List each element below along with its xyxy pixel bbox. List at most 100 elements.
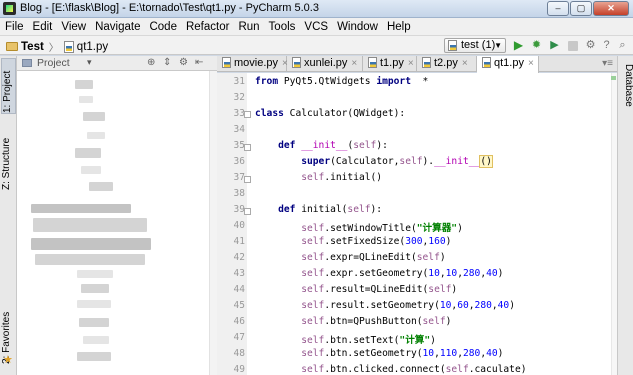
line-number: 48	[233, 348, 245, 359]
window-title: Blog - [E:\flask\Blog] - E:\tornado\Test…	[20, 2, 319, 14]
redacted-tree-item	[75, 80, 93, 89]
menu-window[interactable]: Window	[337, 21, 378, 33]
line-number: 38	[233, 188, 245, 199]
tab-label: xunlei.py	[304, 57, 348, 69]
help-icon[interactable]: ?	[600, 39, 613, 52]
code-line-44: self.result=QLineEdit(self)	[301, 284, 458, 295]
tab-t2-py[interactable]: t2.py ×	[417, 56, 477, 72]
fold-marker-icon[interactable]	[244, 144, 251, 151]
code-editor[interactable]: from PyQt5.QtWidgets import * class Calc…	[247, 73, 617, 375]
debug-icon[interactable]: ✹	[530, 39, 543, 52]
menu-help[interactable]: Help	[387, 21, 411, 33]
tab-label: t1.py	[380, 57, 404, 69]
inspection-ok-icon	[611, 76, 616, 80]
tab-xunlei-py[interactable]: xunlei.py ×	[287, 56, 363, 72]
line-number: 47	[233, 332, 245, 343]
project-panel-title[interactable]: Project	[37, 57, 70, 69]
python-file-icon	[422, 57, 431, 68]
menu-edit[interactable]: Edit	[33, 21, 53, 33]
menu-bar: File Edit View Navigate Code Refactor Ru…	[0, 18, 633, 35]
menu-code[interactable]: Code	[149, 21, 177, 33]
menu-run[interactable]: Run	[238, 21, 259, 33]
editor-gutter: 31 32 33 34 35 36 37 38 39 40 41 42 43 4…	[217, 73, 247, 375]
project-icon	[22, 59, 32, 67]
redacted-tree-item	[79, 318, 109, 327]
settings-icon[interactable]: ⚙	[584, 39, 597, 52]
line-number: 40	[233, 220, 245, 231]
code-line-33: class Calculator(QWidget):	[255, 108, 406, 119]
python-file-icon	[292, 57, 301, 68]
python-file-icon	[222, 57, 231, 68]
tab-movie-py[interactable]: movie.py ×	[217, 56, 288, 72]
breadcrumb-folder[interactable]: Test	[21, 41, 44, 53]
tab-t1-py[interactable]: t1.py ×	[363, 56, 417, 72]
stop-icon[interactable]	[568, 41, 578, 51]
tab-structure[interactable]: Z: Structure	[1, 126, 16, 190]
redacted-tree-item	[31, 238, 151, 250]
redacted-tree-item	[75, 148, 101, 158]
chevron-down-icon[interactable]: ▾	[87, 57, 92, 68]
tab-database[interactable]: Database	[619, 64, 633, 107]
right-tool-strip: Database	[617, 56, 633, 375]
redacted-tree-item	[89, 182, 113, 191]
chevron-down-icon: ▼	[494, 41, 502, 50]
line-number: 42	[233, 252, 245, 263]
navigation-bar: Test 〉 qt1.py test (1) ▼ ▶ ✹ ▶ ⚙ ? ⌕	[0, 35, 633, 55]
fold-marker-icon[interactable]	[244, 208, 251, 215]
run-configuration-label: test (1)	[461, 39, 496, 51]
breadcrumb: Test 〉 qt1.py	[6, 39, 108, 54]
coverage-icon[interactable]: ▶	[548, 39, 561, 52]
breadcrumb-file[interactable]: qt1.py	[77, 41, 108, 53]
folder-icon	[6, 42, 18, 51]
tab-list-icon[interactable]: ▾≡	[602, 58, 613, 69]
menu-vcs[interactable]: VCS	[304, 21, 328, 33]
redacted-tree-item	[31, 204, 131, 213]
star-icon: ★	[3, 354, 13, 366]
line-number: 32	[233, 92, 245, 103]
python-file-icon	[448, 40, 457, 51]
minimize-button[interactable]: –	[547, 1, 569, 16]
tab-label: t2.py	[434, 57, 458, 69]
tab-label: movie.py	[234, 57, 279, 69]
redacted-tree-item	[77, 352, 111, 361]
line-number: 41	[233, 236, 245, 247]
line-number: 43	[233, 268, 245, 279]
code-line-42: self.expr=QLineEdit(self)	[301, 252, 446, 263]
close-button[interactable]: ✕	[593, 1, 629, 16]
tab-project[interactable]: 1: Project	[1, 58, 16, 114]
run-configuration-select[interactable]: test (1) ▼	[444, 38, 506, 53]
line-number: 39	[233, 204, 245, 215]
gear-icon[interactable]: ⚙	[179, 57, 188, 68]
python-file-icon	[63, 40, 74, 53]
run-icon[interactable]: ▶	[512, 39, 525, 52]
redacted-tree-item	[81, 284, 109, 293]
line-number: 45	[233, 300, 245, 311]
close-tab-icon[interactable]: ×	[528, 58, 534, 69]
fold-marker-icon[interactable]	[244, 176, 251, 183]
project-scrollbar[interactable]	[209, 71, 217, 375]
target-icon[interactable]: ⊕	[147, 57, 155, 68]
close-tab-icon[interactable]: ×	[351, 58, 357, 69]
menu-view[interactable]: View	[61, 21, 86, 33]
menu-navigate[interactable]: Navigate	[95, 21, 140, 33]
collapse-icon[interactable]: ⇕	[163, 57, 171, 68]
code-line-48: self.btn.setGeometry(10,110,280,40)	[301, 348, 504, 359]
redacted-tree-item	[77, 300, 111, 308]
close-tab-icon[interactable]: ×	[462, 58, 468, 69]
menu-file[interactable]: File	[5, 21, 24, 33]
left-tool-strip: 1: Project Z: Structure 2: Favorites ★	[0, 56, 17, 375]
code-line-45: self.result.setGeometry(10,60,280,40)	[301, 300, 515, 311]
redacted-tree-item	[35, 254, 145, 265]
maximize-button[interactable]: ▢	[570, 1, 592, 16]
fold-marker-icon[interactable]	[244, 111, 251, 118]
line-number: 36	[233, 156, 245, 167]
redacted-tree-item	[83, 112, 105, 121]
hide-panel-icon[interactable]: ⇤	[195, 57, 203, 68]
tab-qt1-py[interactable]: qt1.py ×	[477, 56, 539, 73]
close-tab-icon[interactable]: ×	[408, 58, 414, 69]
menu-refactor[interactable]: Refactor	[186, 21, 229, 33]
search-icon[interactable]: ⌕	[616, 39, 629, 52]
redacted-tree-item	[83, 336, 109, 344]
menu-tools[interactable]: Tools	[269, 21, 296, 33]
editor-tab-bar: movie.py × xunlei.py × t1.py × t2.py × qt1.p…	[217, 56, 617, 73]
